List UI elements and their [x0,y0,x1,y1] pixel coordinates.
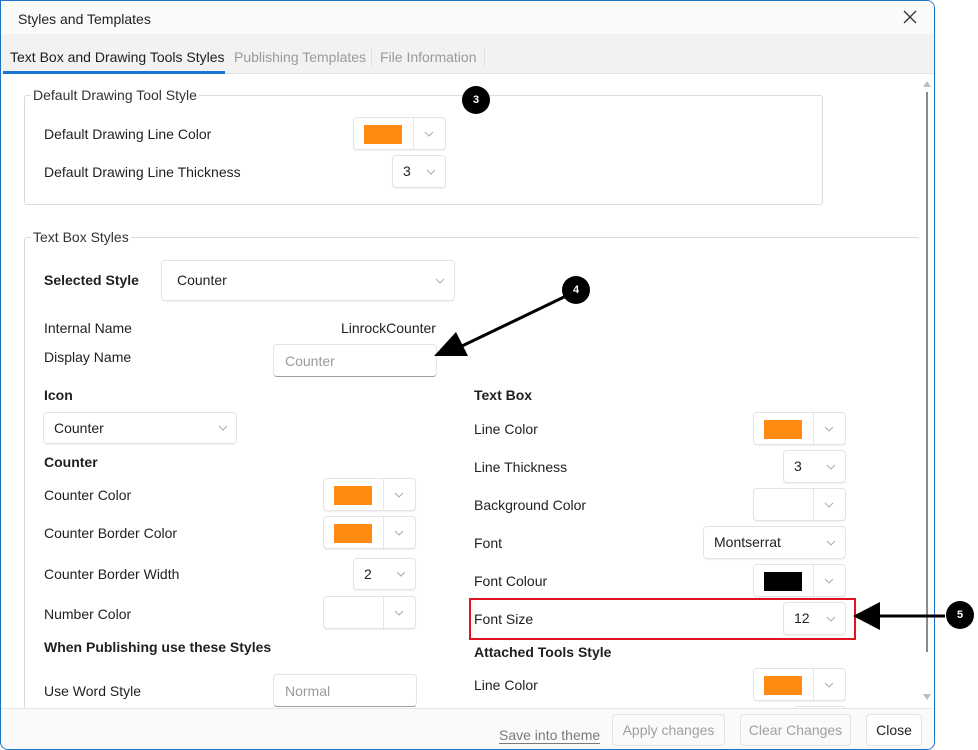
close-button[interactable]: Close [866,714,922,746]
attached-tools-heading: Attached Tools Style [474,644,612,660]
scrollbar-thumb[interactable] [926,92,928,652]
input-placeholder: Counter [285,353,335,369]
tb-line-thickness-label: Line Thickness [474,459,568,475]
dialog-title: Styles and Templates [18,11,151,27]
publishing-styles-heading: When Publishing use these Styles [44,639,272,655]
chevron-down-icon [826,540,836,546]
tab-separator [484,48,485,66]
font-size-highlight-box [469,598,856,640]
color-swatch [334,524,372,543]
color-swatch [764,420,802,439]
divider [413,118,414,149]
default-drawing-tool-style-group: Default Drawing Tool Style Default Drawi… [24,87,823,205]
counter-color-label: Counter Color [44,487,132,503]
chevron-down-icon [435,278,445,284]
drawing-line-thickness-label: Default Drawing Line Thickness [44,164,241,180]
color-swatch [764,572,802,591]
at-line-color-label: Line Color [474,677,538,693]
color-swatch [364,125,402,144]
drawing-line-thickness-select[interactable]: 3 [392,155,446,188]
annotation-badge-5: 5 [946,601,974,629]
clear-changes-button[interactable]: Clear Changes [740,714,851,746]
tb-font-colour-picker[interactable] [753,564,846,597]
tb-line-thickness-select[interactable]: 3 [783,450,846,483]
tb-line-color-label: Line Color [474,421,538,437]
annotation-badge-3: 3 [462,86,490,114]
internal-name-label: Internal Name [44,320,132,336]
at-line-color-picker[interactable] [753,668,846,701]
drawing-line-color-picker[interactable] [353,117,446,150]
tab-publishing-templates[interactable]: Publishing Templates [234,49,366,65]
scroll-down-arrow-icon[interactable] [923,694,931,700]
dialog-footer: Save into theme Apply changes Clear Chan… [1,708,934,749]
number-color-picker[interactable] [323,596,416,629]
apply-changes-button[interactable]: Apply changes [612,714,725,746]
group-legend: Text Box Styles [31,229,131,245]
tab-file-information[interactable]: File Information [380,49,476,65]
select-value: Counter [177,272,227,288]
divider [813,669,814,700]
tb-font-colour-label: Font Colour [474,573,548,589]
select-value: 3 [794,458,802,474]
drawing-line-color-label: Default Drawing Line Color [44,126,212,142]
chevron-down-icon [824,578,834,584]
counter-border-color-label: Counter Border Color [44,525,178,541]
chevron-down-icon [824,682,834,688]
color-swatch [764,676,802,695]
number-color-label: Number Color [44,606,132,622]
display-name-input[interactable]: Counter [273,344,437,377]
counter-color-picker[interactable] [323,478,416,511]
counter-heading: Counter [44,454,98,470]
divider [813,565,814,596]
counter-border-width-select[interactable]: 2 [353,558,416,590]
divider [383,517,384,548]
word-style-input[interactable]: Normal [273,674,417,707]
chevron-down-icon [824,426,834,432]
chevron-down-icon [394,492,404,498]
chevron-down-icon [396,571,406,577]
chevron-down-icon [824,502,834,508]
color-swatch [334,486,372,505]
select-value: Montserrat [714,534,781,550]
chevron-down-icon [424,131,434,137]
tab-text-box-drawing-styles[interactable]: Text Box and Drawing Tools Styles [10,49,225,65]
selected-style-label: Selected Style [44,272,139,288]
save-into-theme-link[interactable]: Save into theme [499,727,601,744]
select-value: 3 [403,163,411,179]
close-icon[interactable] [900,7,920,27]
tb-line-color-picker[interactable] [753,412,846,445]
tb-background-color-label: Background Color [474,497,587,513]
divider [383,597,384,628]
scroll-up-arrow-icon[interactable] [923,81,931,87]
counter-border-color-picker[interactable] [323,516,416,549]
chevron-down-icon [218,425,228,431]
tb-font-select[interactable]: Montserrat [703,526,846,559]
chevron-down-icon [394,610,404,616]
chevron-down-icon [394,530,404,536]
tb-font-label: Font [474,535,503,551]
select-value: Counter [54,420,104,436]
selected-style-select[interactable]: Counter [161,260,455,301]
display-name-label: Display Name [44,349,132,365]
icon-heading: Icon [44,387,73,403]
select-value: 2 [364,566,372,582]
counter-border-width-label: Counter Border Width [44,566,180,582]
divider [813,489,814,520]
annotation-badge-4: 4 [562,276,590,304]
tab-bar: Text Box and Drawing Tools Styles Publis… [1,34,934,74]
divider [813,413,814,444]
vertical-scrollbar[interactable] [919,74,934,708]
divider [383,479,384,510]
chevron-down-icon [426,169,436,175]
chevron-down-icon [826,464,836,470]
input-placeholder: Normal [285,683,331,699]
group-legend: Default Drawing Tool Style [31,87,199,103]
use-word-style-label: Use Word Style [44,683,141,699]
icon-select[interactable]: Counter [43,412,237,444]
tb-background-color-picker[interactable] [753,488,846,521]
internal-name-value: LinrockCounter [341,320,436,336]
title-bar: Styles and Templates [1,1,934,34]
text-box-heading: Text Box [474,387,533,403]
tab-separator [371,48,372,66]
